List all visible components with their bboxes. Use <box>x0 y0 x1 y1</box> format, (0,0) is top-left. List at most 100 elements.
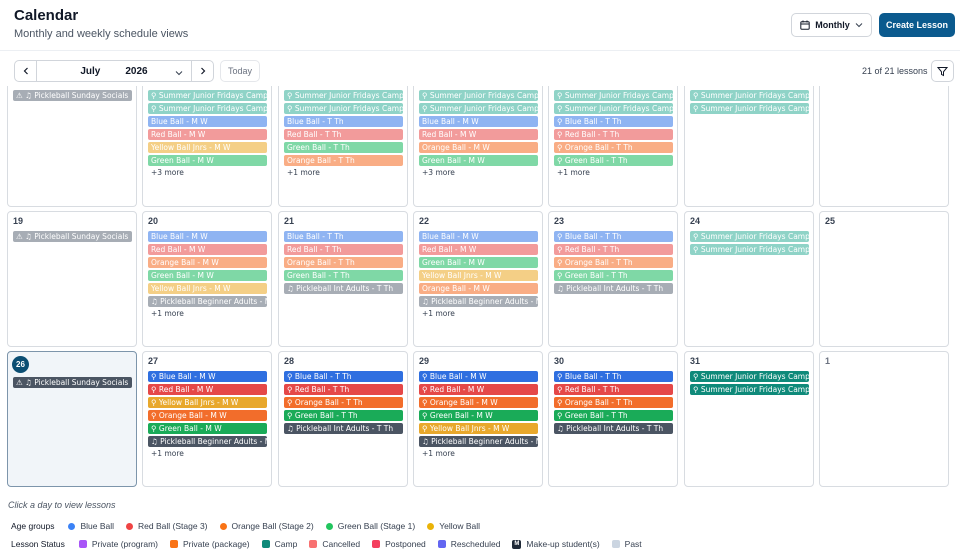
prev-month-button[interactable] <box>15 61 37 81</box>
day-cell[interactable]: ⚲ Summer Junior Fridays Camp... ⚲ Summer … <box>413 86 543 207</box>
lesson-event[interactable]: Orange Ball - M W <box>419 283 538 294</box>
lesson-event[interactable]: Orange Ball - M W <box>419 142 538 153</box>
lesson-event[interactable]: Green Ball - M W <box>419 257 538 268</box>
create-lesson-button[interactable]: Create Lesson <box>879 13 955 37</box>
lesson-event[interactable]: ⚲ Green Ball - T Th <box>554 155 673 166</box>
more-events-link[interactable]: +1 more <box>148 449 267 458</box>
more-events-link[interactable]: +3 more <box>419 168 538 177</box>
lesson-event[interactable]: ♫ Pickleball Int Adults - T Th <box>554 423 673 434</box>
lesson-event[interactable]: ⚠ ♫ Pickleball Sunday Socials <box>13 377 132 388</box>
day-cell[interactable]: ⚲ Summer Junior Fridays Camp... ⚲ Summer … <box>684 86 814 207</box>
day-cell[interactable]: 29 ⚲ Blue Ball - M W ⚲ Red Ball - M W ⚲ Ora… <box>413 351 543 487</box>
lesson-event[interactable]: Green Ball - M W <box>148 270 267 281</box>
lesson-event[interactable]: Green Ball - T Th <box>284 142 403 153</box>
lesson-event[interactable]: ⚲ Green Ball - T Th <box>284 410 403 421</box>
lesson-event[interactable]: Blue Ball - T Th <box>284 231 403 242</box>
lesson-event[interactable]: ⚲ Blue Ball - T Th <box>284 371 403 382</box>
lesson-event[interactable]: ♫ Pickleball Int Adults - T Th <box>284 283 403 294</box>
lesson-event[interactable]: ⚲ Blue Ball - T Th <box>554 371 673 382</box>
lesson-event[interactable]: Green Ball - T Th <box>284 270 403 281</box>
lesson-event[interactable]: ⚲ Orange Ball - T Th <box>554 397 673 408</box>
filter-button[interactable] <box>931 60 954 82</box>
lesson-event[interactable]: Orange Ball - T Th <box>284 257 403 268</box>
day-cell[interactable]: 26 ⚠ ♫ Pickleball Sunday Socials <box>7 351 137 487</box>
day-cell[interactable]: 1 <box>819 351 949 487</box>
lesson-event[interactable]: Red Ball - M W <box>148 129 267 140</box>
lesson-event[interactable]: Red Ball - T Th <box>284 244 403 255</box>
day-cell[interactable]: 21 Blue Ball - T Th Red Ball - T Th Orange … <box>278 211 408 347</box>
more-events-link[interactable]: +1 more <box>554 168 673 177</box>
view-mode-dropdown[interactable]: Monthly <box>791 13 872 37</box>
lesson-event[interactable]: ⚲ Green Ball - M W <box>148 423 267 434</box>
lesson-event[interactable]: ⚲ Red Ball - T Th <box>554 384 673 395</box>
lesson-event[interactable]: ⚲ Blue Ball - T Th <box>554 116 673 127</box>
lesson-event[interactable]: Blue Ball - T Th <box>284 116 403 127</box>
lesson-event[interactable]: Red Ball - M W <box>419 129 538 140</box>
day-cell[interactable]: 20 Blue Ball - M W Red Ball - M W Orange Ba… <box>142 211 272 347</box>
lesson-event[interactable]: ⚲ Summer Junior Fridays Camp... <box>690 90 809 101</box>
lesson-event[interactable]: Blue Ball - M W <box>419 116 538 127</box>
day-cell[interactable]: 30 ⚲ Blue Ball - T Th ⚲ Red Ball - T Th ⚲ O… <box>548 351 678 487</box>
lesson-event[interactable]: Orange Ball - T Th <box>284 155 403 166</box>
lesson-event[interactable]: Blue Ball - M W <box>419 231 538 242</box>
lesson-event[interactable]: ⚲ Summer Junior Fridays Camp... <box>284 103 403 114</box>
lesson-event[interactable]: ⚲ Summer Junior Fridays Camp... <box>690 244 809 255</box>
lesson-event[interactable]: ⚲ Summer Junior Fridays Camp... <box>690 371 809 382</box>
today-button[interactable]: Today <box>220 60 260 82</box>
lesson-event[interactable]: ⚲ Summer Junior Fridays Camp... <box>419 103 538 114</box>
lesson-event[interactable]: Blue Ball - M W <box>148 231 267 242</box>
day-cell[interactable]: 25 <box>819 211 949 347</box>
lesson-event[interactable]: ⚲ Green Ball - M W <box>419 410 538 421</box>
lesson-event[interactable]: Yellow Ball Jnrs - M W <box>148 283 267 294</box>
lesson-event[interactable]: ♫ Pickleball Beginner Adults - M... <box>148 436 267 447</box>
lesson-event[interactable]: ⚲ Green Ball - T Th <box>554 410 673 421</box>
lesson-event[interactable]: ⚲ Blue Ball - M W <box>419 371 538 382</box>
lesson-event[interactable]: Green Ball - M W <box>419 155 538 166</box>
lesson-event[interactable]: ⚲ Red Ball - M W <box>148 384 267 395</box>
day-cell[interactable] <box>819 86 949 207</box>
lesson-event[interactable]: ⚲ Red Ball - M W <box>419 384 538 395</box>
lesson-event[interactable]: ⚲ Blue Ball - T Th <box>554 231 673 242</box>
lesson-event[interactable]: ⚠ ♫ Pickleball Sunday Socials <box>13 90 132 101</box>
lesson-event[interactable]: ♫ Pickleball Beginner Adults - M... <box>419 296 538 307</box>
more-events-link[interactable]: +1 more <box>419 449 538 458</box>
more-events-link[interactable]: +1 more <box>284 168 403 177</box>
lesson-event[interactable]: ⚲ Orange Ball - T Th <box>554 142 673 153</box>
lesson-event[interactable]: ⚲ Red Ball - T Th <box>554 244 673 255</box>
lesson-event[interactable]: ⚲ Red Ball - T Th <box>554 129 673 140</box>
lesson-event[interactable]: ⚲ Blue Ball - M W <box>148 371 267 382</box>
lesson-event[interactable]: ⚲ Yellow Ball Jnrs - M W <box>419 423 538 434</box>
day-cell[interactable]: ⚲ Summer Junior Fridays Camp... ⚲ Summer … <box>278 86 408 207</box>
lesson-event[interactable]: ⚲ Summer Junior Fridays Camp... <box>690 103 809 114</box>
lesson-event[interactable]: ⚲ Orange Ball - M W <box>148 410 267 421</box>
lesson-event[interactable]: ♫ Pickleball Beginner Adults - M... <box>148 296 267 307</box>
lesson-event[interactable]: ⚲ Red Ball - T Th <box>284 384 403 395</box>
day-cell[interactable]: 31 ⚲ Summer Junior Fridays Camp... ⚲ Summe… <box>684 351 814 487</box>
day-cell[interactable]: 27 ⚲ Blue Ball - M W ⚲ Red Ball - M W ⚲ Yel… <box>142 351 272 487</box>
lesson-event[interactable]: Green Ball - M W <box>148 155 267 166</box>
lesson-event[interactable]: ⚲ Summer Junior Fridays Camp... <box>284 90 403 101</box>
lesson-event[interactable]: ⚲ Summer Junior Fridays Camp... <box>690 384 809 395</box>
lesson-event[interactable]: Blue Ball - M W <box>148 116 267 127</box>
day-cell[interactable]: 28 ⚲ Blue Ball - T Th ⚲ Red Ball - T Th ⚲ O… <box>278 351 408 487</box>
lesson-event[interactable]: ♫ Pickleball Int Adults - T Th <box>284 423 403 434</box>
lesson-event[interactable]: Red Ball - T Th <box>284 129 403 140</box>
lesson-event[interactable]: ⚠ ♫ Pickleball Sunday Socials <box>13 231 132 242</box>
day-cell[interactable]: 23 ⚲ Blue Ball - T Th ⚲ Red Ball - T Th ⚲ O… <box>548 211 678 347</box>
lesson-event[interactable]: ⚲ Yellow Ball Jnrs - M W <box>148 397 267 408</box>
lesson-event[interactable]: Orange Ball - M W <box>148 257 267 268</box>
day-cell[interactable]: 24 ⚲ Summer Junior Fridays Camp... ⚲ Summe… <box>684 211 814 347</box>
lesson-event[interactable]: Red Ball - M W <box>148 244 267 255</box>
lesson-event[interactable]: Yellow Ball Jnrs - M W <box>419 270 538 281</box>
month-year-select[interactable]: July 2026 <box>37 66 191 77</box>
lesson-event[interactable]: ⚲ Orange Ball - T Th <box>554 257 673 268</box>
lesson-event[interactable]: Yellow Ball Jnrs - M W <box>148 142 267 153</box>
day-cell[interactable]: ⚲ Summer Junior Fridays Camp... ⚲ Summer … <box>548 86 678 207</box>
more-events-link[interactable]: +1 more <box>419 309 538 318</box>
more-events-link[interactable]: +1 more <box>148 309 267 318</box>
day-cell[interactable]: ⚲ Summer Junior Fridays Camp... ⚲ Summer … <box>142 86 272 207</box>
next-month-button[interactable] <box>191 61 213 81</box>
lesson-event[interactable]: ♫ Pickleball Beginner Adults - M... <box>419 436 538 447</box>
lesson-event[interactable]: ⚲ Summer Junior Fridays Camp... <box>690 231 809 242</box>
day-cell[interactable]: 22 Blue Ball - M W Red Ball - M W Green Bal… <box>413 211 543 347</box>
